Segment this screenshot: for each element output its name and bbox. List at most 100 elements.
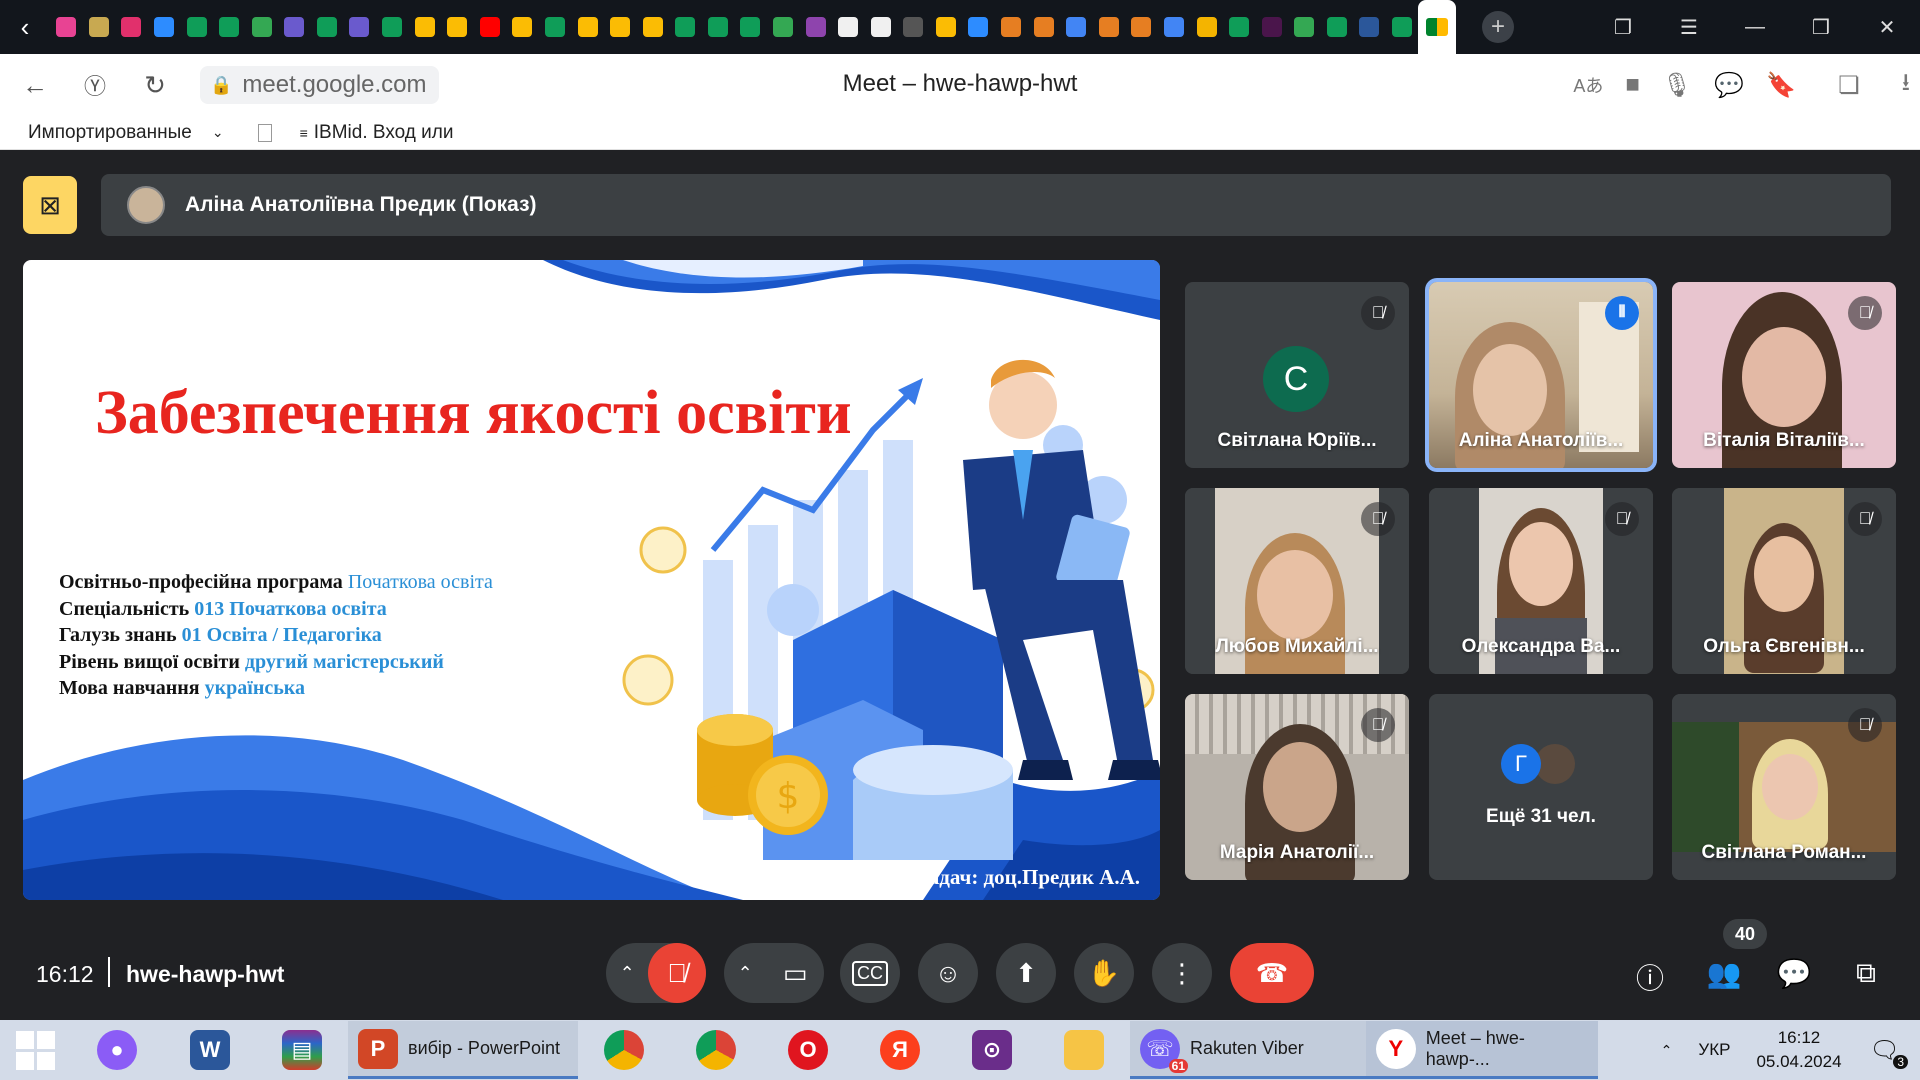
- notifications-icon[interactable]: 🗨 3: [1870, 1036, 1908, 1069]
- tab-favicon-icon[interactable]: [1386, 0, 1418, 54]
- tab-favicon-icon[interactable]: [571, 0, 604, 54]
- tab-favicon-icon[interactable]: [962, 0, 995, 54]
- activities-button[interactable]: ⧉: [1846, 957, 1886, 990]
- leave-call-button[interactable]: ☎: [1230, 943, 1314, 1003]
- tab-favicon-icon[interactable]: [1158, 0, 1191, 54]
- tab-favicon-icon[interactable]: [1125, 0, 1158, 54]
- tab-favicon-icon[interactable]: [930, 0, 963, 54]
- tab-favicon-icon[interactable]: [1255, 0, 1288, 54]
- more-options-button[interactable]: ⋮: [1152, 943, 1212, 1003]
- participant-tile[interactable]: 🎙̸ Любов Михайлі...: [1185, 488, 1409, 674]
- taskbar-alice[interactable]: ●: [70, 1020, 164, 1080]
- tab-favicon-icon[interactable]: [636, 0, 669, 54]
- camera-icon[interactable]: ■: [1625, 71, 1640, 99]
- download-icon[interactable]: ⭳: [1902, 65, 1910, 106]
- tab-favicon-icon[interactable]: [278, 0, 311, 54]
- taskbar-chrome-profile[interactable]: [578, 1020, 670, 1080]
- restore-icon[interactable]: ❒: [1788, 0, 1854, 54]
- tab-favicon-icon[interactable]: [376, 0, 409, 54]
- camera-button[interactable]: ▭: [766, 943, 824, 1003]
- tab-favicon-icon[interactable]: [180, 0, 213, 54]
- tab-favicon-icon[interactable]: [1288, 0, 1321, 54]
- taskbar-word[interactable]: W: [164, 1020, 256, 1080]
- tab-favicon-icon[interactable]: [83, 0, 116, 54]
- stop-presenting-icon[interactable]: ⊠: [23, 176, 77, 234]
- tab-favicon-icon[interactable]: [1060, 0, 1093, 54]
- bookmark-icon[interactable]: 🔖: [1766, 71, 1796, 100]
- reactions-button[interactable]: ☺: [918, 943, 978, 1003]
- start-button[interactable]: [0, 1020, 70, 1080]
- raise-hand-button[interactable]: ✋: [1074, 943, 1134, 1003]
- participant-tile[interactable]: 🎙̸ Олександра Ва...: [1429, 488, 1653, 674]
- tab-favicon-icon[interactable]: [213, 0, 246, 54]
- taskbar-viber[interactable]: ☏ 61 Rakuten Viber: [1130, 1021, 1366, 1079]
- bookmark-ibmid[interactable]: ≡ IBMid. Вход или: [257, 122, 453, 144]
- mic-off-button[interactable]: 🎙̸: [648, 943, 706, 1003]
- reload-button[interactable]: ↻: [130, 60, 180, 110]
- taskbar-chrome[interactable]: [670, 1020, 762, 1080]
- audio-options-chevron-icon[interactable]: ⌃: [606, 963, 648, 984]
- tab-favicon-icon[interactable]: [408, 0, 441, 54]
- tab-favicon-icon[interactable]: [995, 0, 1028, 54]
- microphone-icon[interactable]: 🎙: [1662, 71, 1692, 100]
- tab-favicon-icon[interactable]: [767, 0, 800, 54]
- video-options-chevron-icon[interactable]: ⌃: [724, 963, 766, 984]
- yandex-icon[interactable]: Ⓨ: [70, 60, 120, 110]
- tab-favicon-icon[interactable]: [1223, 0, 1256, 54]
- tab-favicon-icon[interactable]: [1190, 0, 1223, 54]
- tab-favicon-icon[interactable]: [604, 0, 637, 54]
- present-button[interactable]: ⬆: [996, 943, 1056, 1003]
- tab-favicon-icon[interactable]: [1093, 0, 1126, 54]
- tab-favicon-icon[interactable]: [832, 0, 865, 54]
- tab-favicon-icon[interactable]: [115, 0, 148, 54]
- tab-favicon-icon[interactable]: [1353, 0, 1386, 54]
- menu-icon[interactable]: ☰: [1656, 0, 1722, 54]
- tab-favicon-icon[interactable]: [1027, 0, 1060, 54]
- taskbar-opera[interactable]: O: [762, 1020, 854, 1080]
- taskbar-powerpoint[interactable]: P вибір - PowerPoint: [348, 1021, 578, 1079]
- tray-clock[interactable]: 16:12 05.04.2024: [1756, 1026, 1841, 1074]
- taskbar-yandex-meet[interactable]: Y Meet – hwe-hawp-...: [1366, 1021, 1598, 1079]
- translate-icon[interactable]: Aあ: [1573, 72, 1603, 98]
- tab-favicon-icon[interactable]: [343, 0, 376, 54]
- participant-overflow-tile[interactable]: Г Ещё 31 чел.: [1429, 694, 1653, 880]
- back-button[interactable]: ←: [10, 60, 60, 110]
- participant-tile[interactable]: 🎙̸ Марія Анатолії...: [1185, 694, 1409, 880]
- tab-favicon-icon[interactable]: [669, 0, 702, 54]
- participant-tile[interactable]: 🎙̸ Віталія Віталіїв...: [1672, 282, 1896, 468]
- bookmark-folder-imported[interactable]: Импортированные ⌄: [28, 122, 224, 144]
- collections-icon[interactable]: ❏: [1838, 71, 1860, 100]
- participant-tile[interactable]: 🎙̸ Ольга Євгенівн...: [1672, 488, 1896, 674]
- taskbar-explorer[interactable]: [1038, 1020, 1130, 1080]
- tab-meet-active[interactable]: [1418, 0, 1456, 54]
- meeting-details-button[interactable]: ⓘ: [1630, 957, 1670, 997]
- participant-tile[interactable]: 🎙̸ Світлана Роман...: [1672, 694, 1896, 880]
- tab-favicon-icon[interactable]: [311, 0, 344, 54]
- close-icon[interactable]: ✕: [1854, 0, 1920, 54]
- comment-icon[interactable]: 💬: [1714, 71, 1744, 100]
- language-indicator[interactable]: УКР: [1698, 1040, 1730, 1060]
- url-field[interactable]: 🔒 meet.google.com: [200, 66, 439, 104]
- taskbar-yandex[interactable]: Я: [854, 1020, 946, 1080]
- tab-favicon-icon[interactable]: [1321, 0, 1354, 54]
- tab-favicon-icon[interactable]: [474, 0, 507, 54]
- tray-overflow-chevron-icon[interactable]: ⌃: [1661, 1042, 1673, 1059]
- captions-button[interactable]: CC: [840, 943, 900, 1003]
- tab-favicon-icon[interactable]: [506, 0, 539, 54]
- participant-tile[interactable]: С 🎙̸ Світлана Юріїв...: [1185, 282, 1409, 468]
- participant-tile[interactable]: ⦀ Аліна Анатоліїв...: [1429, 282, 1653, 468]
- chat-button[interactable]: 💬: [1774, 957, 1814, 990]
- tab-favicon-icon[interactable]: [799, 0, 832, 54]
- tab-favicon-icon[interactable]: [50, 0, 83, 54]
- tab-favicon-icon[interactable]: [734, 0, 767, 54]
- people-button[interactable]: 👥: [1704, 957, 1744, 990]
- tab-favicon-icon[interactable]: [441, 0, 474, 54]
- new-tab-button[interactable]: +: [1482, 11, 1514, 43]
- tab-favicon-icon[interactable]: [897, 0, 930, 54]
- tab-favicon-icon[interactable]: [245, 0, 278, 54]
- bookmarks-panel-icon[interactable]: ❐: [1590, 0, 1656, 54]
- taskbar-winrar[interactable]: ▤: [256, 1020, 348, 1080]
- tab-favicon-icon[interactable]: [702, 0, 735, 54]
- tab-favicon-icon[interactable]: [864, 0, 897, 54]
- taskbar-pdf[interactable]: ⊙: [946, 1020, 1038, 1080]
